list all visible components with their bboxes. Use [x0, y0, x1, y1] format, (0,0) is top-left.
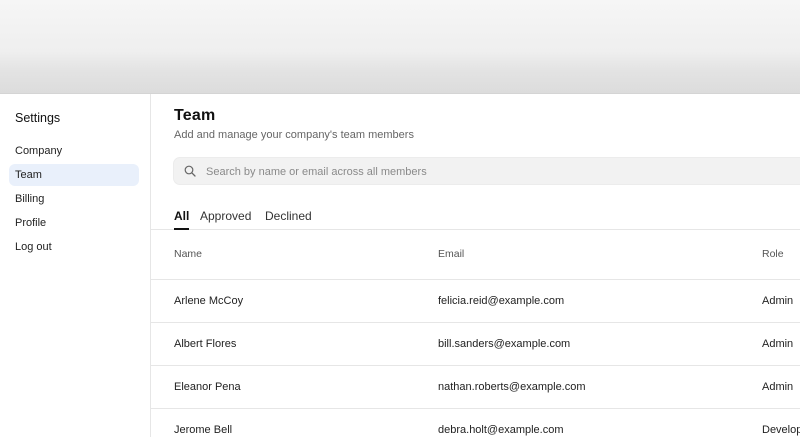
sidebar-item-profile[interactable]: Profile: [9, 212, 139, 234]
table-row[interactable]: Jerome Bell debra.holt@example.com Devel…: [151, 409, 800, 437]
team-panel: Team Add and manage your company's team …: [151, 94, 800, 437]
sidebar-item-billing[interactable]: Billing: [9, 188, 139, 210]
member-name: Albert Flores: [174, 338, 237, 350]
member-role: Develop: [762, 424, 800, 436]
member-email: bill.sanders@example.com: [438, 338, 571, 350]
member-name: Eleanor Pena: [174, 381, 241, 393]
member-email: nathan.roberts@example.com: [438, 381, 586, 393]
page-title: Team: [174, 107, 216, 124]
sidebar-item-company[interactable]: Company: [9, 140, 139, 162]
search-icon: [184, 165, 196, 177]
sidebar-item-log-out[interactable]: Log out: [9, 236, 139, 258]
top-banner: [0, 0, 800, 94]
search-bar[interactable]: [173, 157, 800, 186]
sidebar-item-team[interactable]: Team: [9, 164, 139, 186]
filter-tabs: All Approved Declined: [151, 200, 800, 230]
tab-approved[interactable]: Approved: [200, 209, 251, 228]
page-subtitle: Add and manage your company's team membe…: [174, 129, 414, 141]
search-input[interactable]: [204, 158, 800, 186]
member-role: Admin: [762, 338, 794, 350]
table-row[interactable]: Arlene McCoy felicia.reid@example.com Ad…: [151, 280, 800, 323]
member-email: felicia.reid@example.com: [438, 295, 565, 307]
settings-sidebar: Settings Company Team Billing Profile Lo…: [0, 94, 151, 437]
tab-declined[interactable]: Declined: [265, 209, 312, 228]
sidebar-title: Settings: [15, 111, 61, 125]
member-name: Arlene McCoy: [174, 295, 244, 307]
column-header-name: Name: [174, 248, 203, 260]
member-role: Admin: [762, 295, 794, 307]
member-name: Jerome Bell: [174, 424, 233, 436]
tab-all[interactable]: All: [174, 209, 190, 230]
table-row[interactable]: Eleanor Pena nathan.roberts@example.com …: [151, 366, 800, 409]
member-email: debra.holt@example.com: [438, 424, 564, 436]
table-header: Name Email Role: [151, 230, 800, 280]
column-header-email: Email: [438, 248, 465, 260]
table-row[interactable]: Albert Flores bill.sanders@example.com A…: [151, 323, 800, 366]
column-header-role: Role: [762, 248, 784, 260]
member-role: Admin: [762, 381, 794, 393]
